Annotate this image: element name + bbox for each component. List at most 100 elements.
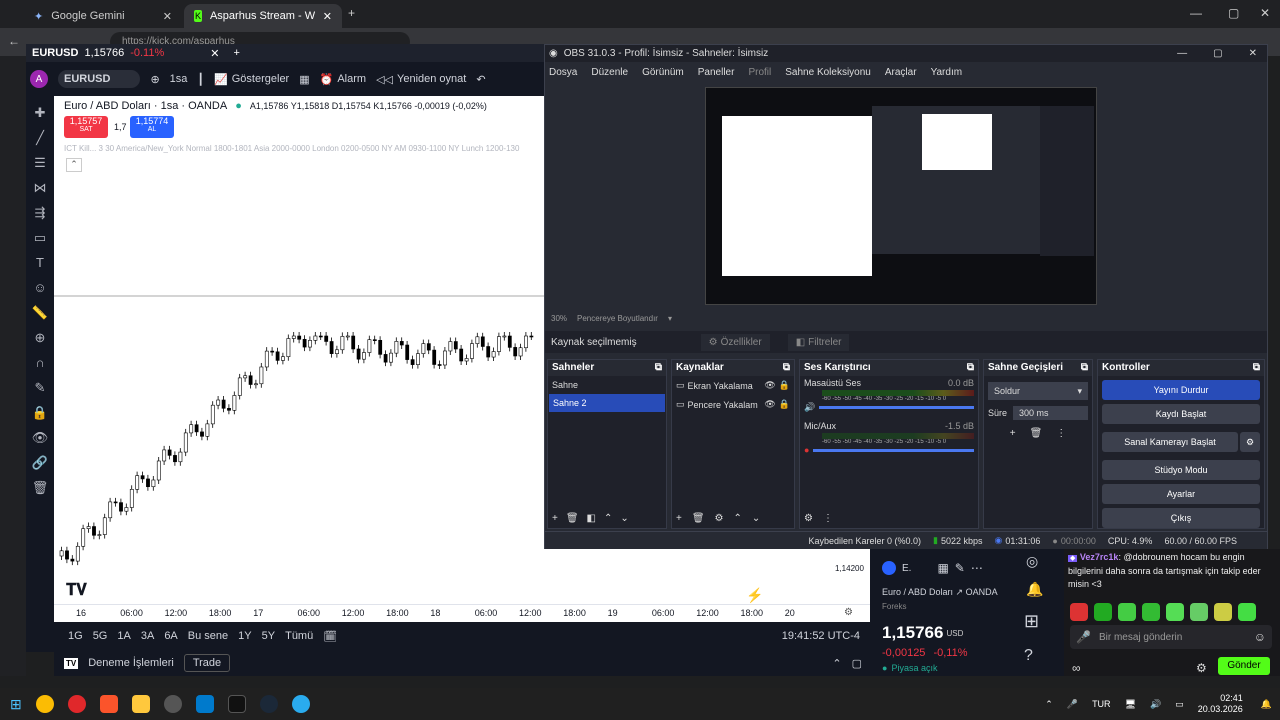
menu-profile[interactable]: Profil xyxy=(748,67,771,78)
range-button[interactable]: 1G xyxy=(68,630,83,642)
tab-gemini[interactable]: ✦ Google Gemini ✕ xyxy=(24,4,182,28)
maximize-icon[interactable]: ▢ xyxy=(1228,6,1239,20)
maximize-panel-icon[interactable]: ▢ xyxy=(852,657,862,670)
emoji-icon[interactable]: ☺ xyxy=(1254,630,1266,644)
undock-icon[interactable]: ⧉ xyxy=(1081,362,1088,374)
range-button[interactable]: 5G xyxy=(93,630,108,642)
emote-icon[interactable] xyxy=(1166,603,1184,621)
source-item[interactable]: ▭ Ekran Yakalama 👁 🔒 xyxy=(672,376,794,395)
clock-area[interactable]: 02:41 20.03.2026 xyxy=(1198,693,1243,715)
chevron-up-icon[interactable]: ⌃ xyxy=(832,657,841,670)
symbol-search[interactable]: EURUSD xyxy=(58,70,141,88)
menu-tools[interactable]: Araçlar xyxy=(885,67,917,78)
resize-dropdown[interactable]: Pencereye Boyutlandır xyxy=(577,314,658,323)
back-icon[interactable]: ← xyxy=(8,34,20,48)
emote-icon[interactable] xyxy=(1118,603,1136,621)
range-button[interactable]: 3A xyxy=(141,630,154,642)
add-icon[interactable]: + xyxy=(552,513,558,524)
undock-icon[interactable]: ⧉ xyxy=(1253,362,1260,374)
volume-icon[interactable]: 🔊 xyxy=(1150,699,1161,710)
exit-button[interactable]: Çıkış xyxy=(1102,508,1260,528)
magnet-icon[interactable]: ∩ xyxy=(26,350,54,375)
start-recording-button[interactable]: Kaydı Başlat xyxy=(1102,404,1260,424)
tradingview-icon[interactable] xyxy=(227,695,246,713)
start-virtual-cam-button[interactable]: Sanal Kamerayı Başlat xyxy=(1102,432,1238,452)
mic-icon[interactable]: 🎤 xyxy=(1067,699,1078,710)
avatar[interactable]: A xyxy=(30,70,48,88)
trendline-icon[interactable]: ╱ xyxy=(26,125,54,150)
chevron-down-icon[interactable]: ⌄ xyxy=(752,513,760,524)
replay-button[interactable]: ◁◁ Yeniden oynat xyxy=(376,73,466,86)
emote-icon[interactable] xyxy=(1094,603,1112,621)
close-icon[interactable]: ✕ xyxy=(163,10,172,23)
range-button[interactable]: 1A xyxy=(117,630,130,642)
scene-item[interactable]: Sahne xyxy=(548,376,666,394)
menu-edit[interactable]: Düzenle xyxy=(591,67,628,78)
chrome-icon[interactable] xyxy=(35,695,54,713)
close-icon[interactable]: ✕ xyxy=(323,10,332,23)
range-button[interactable]: 6A xyxy=(164,630,177,642)
stop-stream-button[interactable]: Yayını Durdur xyxy=(1102,380,1260,400)
language-indicator[interactable]: TUR xyxy=(1092,699,1111,709)
apps-icon[interactable]: ⊞ xyxy=(1024,611,1039,632)
emoji-icon[interactable]: ☺ xyxy=(26,275,54,300)
broadcast-icon[interactable]: ◎ xyxy=(1026,553,1038,570)
lock-icon[interactable]: 🔒 xyxy=(26,400,54,425)
studio-mode-button[interactable]: Stüdyo Modu xyxy=(1102,460,1260,480)
chevron-down-icon[interactable]: ▾ xyxy=(668,314,672,323)
menu-view[interactable]: Görünüm xyxy=(642,67,684,78)
chevron-down-icon[interactable]: ⌄ xyxy=(620,513,628,524)
explorer-icon[interactable] xyxy=(131,695,150,713)
bell-icon[interactable]: 🔔 xyxy=(1026,581,1043,598)
emote-icon[interactable] xyxy=(1070,603,1088,621)
alarm-button[interactable]: ⏰ Alarm xyxy=(320,73,366,86)
emote-icon[interactable] xyxy=(1238,603,1256,621)
gear-icon[interactable]: ⚙ xyxy=(1240,432,1260,452)
telegram-icon[interactable] xyxy=(291,695,310,713)
duration-input[interactable]: 300 ms xyxy=(1013,406,1088,420)
source-item[interactable]: ▭ Pencere Yakalam 👁 🔒 xyxy=(672,395,794,414)
eye-icon[interactable]: 👁 xyxy=(26,425,54,450)
price-chart[interactable]: Euro / ABD Doları · 1sa · OANDA ● A1,157… xyxy=(54,96,546,622)
fib-icon[interactable]: ☰ xyxy=(26,150,54,175)
tray-chevron-icon[interactable]: ⌃ xyxy=(1045,699,1053,710)
volume-slider[interactable] xyxy=(813,448,974,452)
close-window-icon[interactable]: ✕ xyxy=(1260,6,1270,20)
emote-icon[interactable] xyxy=(1190,603,1208,621)
layout-icon[interactable]: ▦ xyxy=(299,73,309,86)
lock-icon[interactable]: 🔒 xyxy=(779,399,790,410)
transition-select[interactable]: Soldur ▾ xyxy=(988,382,1088,400)
obs-icon[interactable] xyxy=(163,695,182,713)
eye-icon[interactable]: 👁 xyxy=(764,399,775,410)
crosshair-icon[interactable]: ✚ xyxy=(26,100,54,125)
projection-icon[interactable]: ⇶ xyxy=(26,200,54,225)
add-symbol-icon[interactable]: ⊕ xyxy=(150,73,159,86)
range-button[interactable]: Tümü xyxy=(285,630,313,642)
help-icon[interactable]: ? xyxy=(1024,647,1033,665)
brave-icon[interactable] xyxy=(99,695,118,713)
external-link-icon[interactable]: ↗ xyxy=(956,587,964,597)
pattern-icon[interactable]: ⋈ xyxy=(26,175,54,200)
add-icon[interactable]: + xyxy=(676,513,682,524)
properties-button[interactable]: ⚙ Özellikler xyxy=(700,333,770,351)
trade-button[interactable]: Trade xyxy=(183,654,231,672)
eye-icon[interactable]: 👁 xyxy=(764,380,775,391)
maximize-icon[interactable]: ▢ xyxy=(1213,48,1222,59)
shape-icon[interactable]: ▭ xyxy=(26,225,54,250)
network-icon[interactable]: 🖥 xyxy=(1125,699,1136,710)
undock-icon[interactable]: ⧉ xyxy=(967,362,974,374)
chat-username[interactable]: Vez7rc1k xyxy=(1080,552,1119,562)
timeframe-button[interactable]: 1sa xyxy=(170,73,188,85)
filters-button[interactable]: ◧ Filtreler xyxy=(787,333,850,351)
tab-asparhus[interactable]: K Asparhus Stream - Watch Live o ✕ xyxy=(184,4,342,28)
undock-icon[interactable]: ⧉ xyxy=(655,362,662,374)
undo-icon[interactable]: ↶ xyxy=(476,73,485,86)
close-icon[interactable]: ✕ xyxy=(210,47,219,60)
lightning-icon[interactable]: ⚡ xyxy=(746,587,763,604)
chat-input[interactable]: 🎤 Bir mesaj gönderin ☺ xyxy=(1070,625,1272,649)
more-icon[interactable]: ⋮ xyxy=(823,513,833,524)
chevron-up-icon[interactable]: ⌃ xyxy=(734,513,742,524)
trash-icon[interactable]: 🗑 xyxy=(1030,428,1043,439)
volume-slider[interactable] xyxy=(819,406,974,409)
chevron-up-icon[interactable]: ⌃ xyxy=(604,513,612,524)
